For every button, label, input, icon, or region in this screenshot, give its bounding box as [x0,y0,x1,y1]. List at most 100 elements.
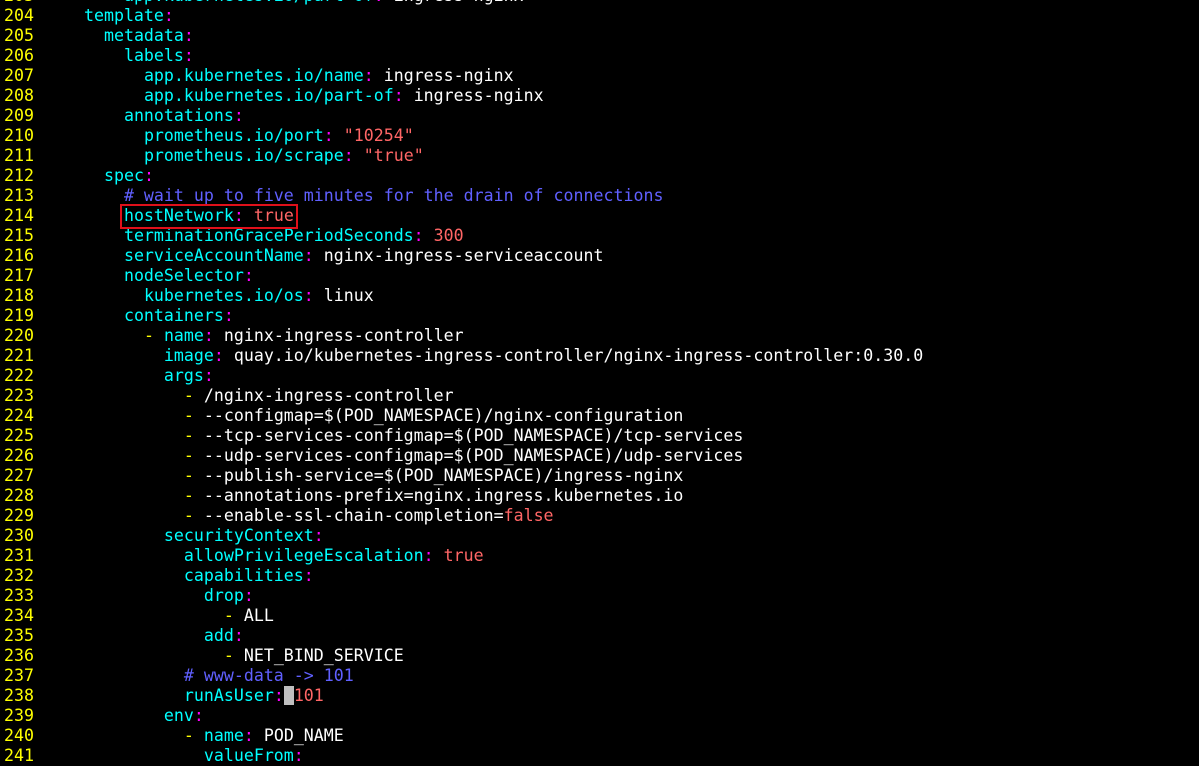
code-text: - /nginx-ingress-controller [64,386,454,405]
code-token: labels [123,46,184,65]
code-line[interactable]: 235 add: [0,626,1199,646]
code-token: prometheus.io/scrape [143,146,344,165]
code-line[interactable]: 204 template: [0,6,1199,26]
code-token: - [183,406,194,425]
code-token: name [203,726,244,745]
line-number: 238 [4,686,34,705]
code-token: : [423,546,434,565]
code-line[interactable]: 205 metadata: [0,26,1199,46]
code-line[interactable]: 239 env: [0,706,1199,726]
code-line[interactable]: 225 - --tcp-services-configmap=$(POD_NAM… [0,426,1199,446]
code-token: : [223,306,234,325]
code-text: labels: [64,46,194,65]
code-line[interactable]: 240 - name: POD_NAME [0,726,1199,746]
code-token: annotations [123,106,234,125]
line-number: 227 [4,466,34,485]
code-line[interactable]: 238 runAsUser: 101 [0,686,1199,706]
code-line[interactable]: 232 capabilities: [0,566,1199,586]
code-token: ingress-nginx [384,0,524,5]
code-token: - [183,386,194,405]
line-number: 230 [4,526,34,545]
line-number: 228 [4,486,34,505]
code-line[interactable]: 229 - --enable-ssl-chain-completion=fals… [0,506,1199,526]
code-line[interactable]: 226 - --udp-services-configmap=$(POD_NAM… [0,446,1199,466]
vim-editor[interactable]: 203 app.kubernetes.io/part-of: ingress-n… [0,0,1199,766]
code-line[interactable]: 213 # wait up to five minutes for the dr… [0,186,1199,206]
code-line[interactable]: 207 app.kubernetes.io/name: ingress-ngin… [0,66,1199,86]
code-line[interactable]: 211 prometheus.io/scrape: "true" [0,146,1199,166]
line-number: 206 [4,46,34,65]
code-token: capabilities [183,566,304,585]
line-number: 233 [4,586,34,605]
code-line[interactable]: 241 valueFrom: [0,746,1199,766]
code-line[interactable]: 219 containers: [0,306,1199,326]
code-token: : [374,0,384,5]
code-token: quay.io/kubernetes-ingress-controller/ng… [223,346,924,365]
line-number: 212 [4,166,34,185]
code-token: nginx-ingress-serviceaccount [313,246,604,265]
code-token: drop [203,586,244,605]
code-line[interactable]: 234 - ALL [0,606,1199,626]
code-token: name [163,326,204,345]
text-cursor [283,686,294,705]
code-line[interactable]: 223 - /nginx-ingress-controller [0,386,1199,406]
code-token: : [143,166,154,185]
code-line[interactable]: 209 annotations: [0,106,1199,126]
code-text: # wait up to five minutes for the drain … [64,186,663,205]
code-line[interactable]: 224 - --configmap=$(POD_NAMESPACE)/nginx… [0,406,1199,426]
code-token: : [233,626,244,645]
code-token: serviceAccountName [123,246,304,265]
code-line[interactable]: 215 terminationGracePeriodSeconds: 300 [0,226,1199,246]
code-line[interactable]: 210 prometheus.io/port: "10254" [0,126,1199,146]
code-token: spec [103,166,144,185]
code-line[interactable]: 228 - --annotations-prefix=nginx.ingress… [0,486,1199,506]
code-token: - [223,606,234,625]
code-line[interactable]: 212 spec: [0,166,1199,186]
code-line[interactable]: 221 image: quay.io/kubernetes-ingress-co… [0,346,1199,366]
code-line[interactable]: 208 app.kubernetes.io/part-of: ingress-n… [0,86,1199,106]
code-line[interactable]: 233 drop: [0,586,1199,606]
code-line[interactable]: 216 serviceAccountName: nginx-ingress-se… [0,246,1199,266]
code-text: kubernetes.io/os: linux [64,286,374,305]
code-token: kubernetes.io/os [143,286,304,305]
code-token: : [413,226,424,245]
code-line[interactable]: 227 - --publish-service=$(POD_NAMESPACE)… [0,466,1199,486]
line-number: 214 [4,206,34,225]
code-line[interactable]: 217 nodeSelector: [0,266,1199,286]
code-line[interactable]: 206 labels: [0,46,1199,66]
code-token: nodeSelector [123,266,244,285]
code-token: : [203,326,214,345]
code-token: "10254" [343,126,414,145]
code-line[interactable]: 218 kubernetes.io/os: linux [0,286,1199,306]
code-token: 101 [293,686,324,705]
code-line[interactable]: 222 args: [0,366,1199,386]
code-token: ingress-nginx [373,66,514,85]
line-number: 211 [4,146,34,165]
code-token: 300 [433,226,464,245]
code-token: --publish-service=$(POD_NAMESPACE)/ingre… [193,466,684,485]
code-token: : [243,726,254,745]
code-line[interactable]: 230 securityContext: [0,526,1199,546]
code-line[interactable]: 237 # www-data -> 101 [0,666,1199,686]
code-line[interactable]: 231 allowPrivilegeEscalation: true [0,546,1199,566]
code-line[interactable]: 220 - name: nginx-ingress-controller [0,326,1199,346]
code-token: : [243,266,254,285]
code-line[interactable]: 236 - NET_BIND_SERVICE [0,646,1199,666]
line-number: 229 [4,506,34,525]
code-token: "true" [363,146,424,165]
code-text: securityContext: [64,526,324,545]
